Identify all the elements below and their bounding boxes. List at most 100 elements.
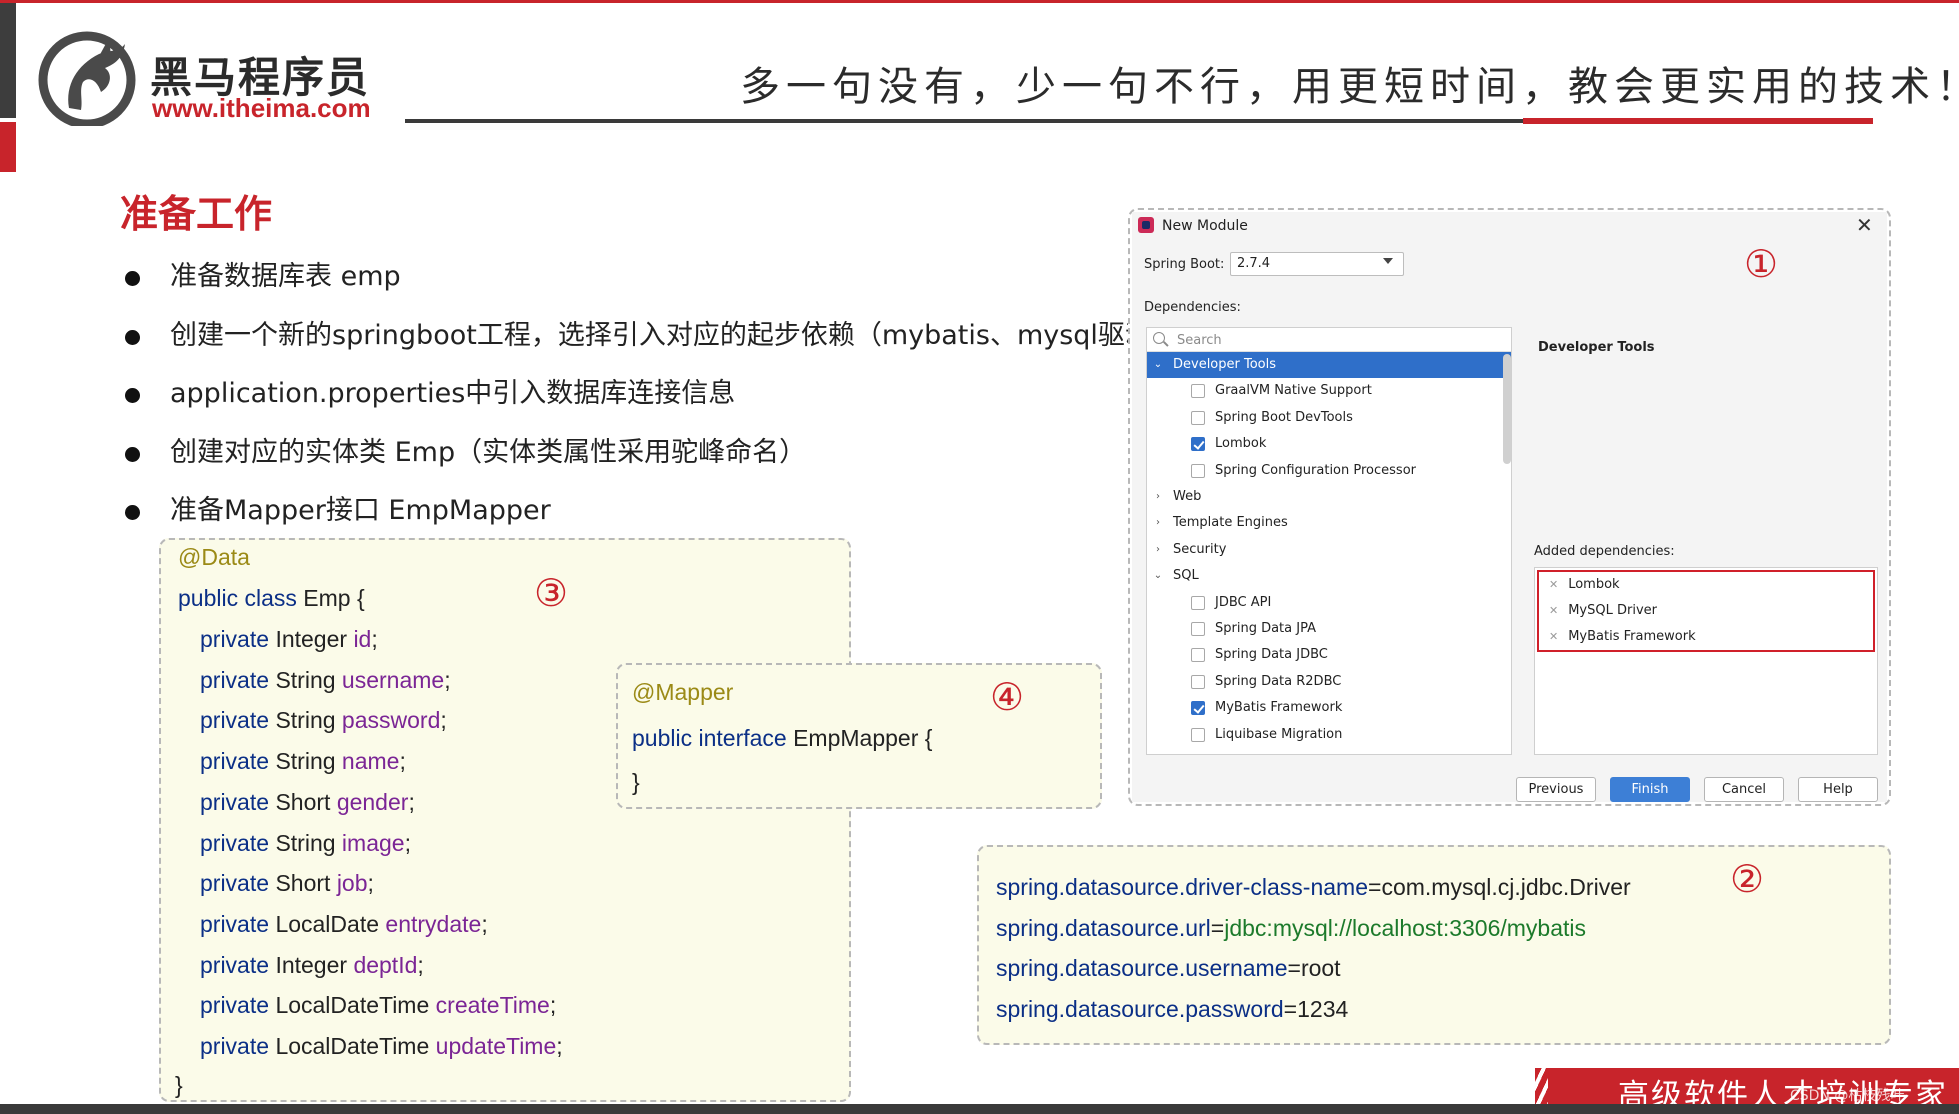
- field-name: updateTime: [435, 1033, 557, 1059]
- dependency-label: Spring Configuration Processor: [1215, 462, 1416, 478]
- class-name: Emp {: [296, 585, 365, 611]
- finish-button[interactable]: Finish: [1610, 777, 1690, 802]
- dependency-option[interactable]: Spring Configuration Processor: [1147, 458, 1511, 484]
- dependency-checkbox[interactable]: [1191, 648, 1205, 663]
- cancel-button[interactable]: Cancel: [1704, 777, 1784, 802]
- watermark: CSDN @枯枝残叶: [1790, 1088, 1905, 1104]
- help-button[interactable]: Help: [1798, 777, 1878, 802]
- added-dependency[interactable]: ✕ Lombok: [1549, 572, 1620, 598]
- semicolon: ;: [367, 870, 374, 897]
- field-declaration: private String username;: [200, 667, 451, 694]
- chevron-down-icon[interactable]: ⌄: [1151, 563, 1165, 589]
- field-declaration: private LocalDateTime updateTime;: [200, 1033, 563, 1060]
- field-type: String: [275, 748, 336, 775]
- category-heading: Developer Tools: [1538, 340, 1655, 355]
- tree-scrollbar[interactable]: [1503, 354, 1511, 464]
- keyword: private: [200, 992, 270, 1019]
- field-name: gender: [336, 788, 409, 815]
- keyword: private: [200, 707, 270, 734]
- tree-category-developer-tools[interactable]: ⌄ Developer Tools: [1147, 352, 1511, 378]
- bullet-item: 创建对应的实体类 Emp（实体类属性采用驼峰命名）: [125, 431, 1135, 490]
- dependency-option[interactable]: Spring Boot DevTools: [1147, 405, 1511, 431]
- chevron-right-icon[interactable]: ›: [1151, 510, 1165, 536]
- field-type: String: [275, 829, 336, 856]
- dependency-checkbox[interactable]: [1191, 384, 1205, 399]
- dependency-option[interactable]: Spring Data JPA: [1147, 616, 1511, 642]
- keyword: private: [200, 870, 270, 897]
- field-type: Short: [275, 870, 331, 897]
- chevron-down-icon: [1383, 258, 1393, 264]
- field-type: Short: [275, 788, 331, 815]
- category-label: Web: [1173, 489, 1202, 504]
- property-value: 1234: [1297, 995, 1349, 1022]
- step-marker-4: ④: [990, 675, 1025, 719]
- dialog-frame: New Module ✕ ① Spring Boot: 2.7.4 Depend…: [1128, 208, 1891, 806]
- field-name: entrydate: [385, 910, 482, 937]
- dependency-checkbox[interactable]: [1191, 674, 1205, 689]
- semicolon: ;: [404, 829, 411, 856]
- remove-icon[interactable]: ✕: [1549, 630, 1558, 643]
- dependency-option[interactable]: Spring Data R2DBC: [1147, 669, 1511, 695]
- chevron-right-icon[interactable]: ›: [1151, 537, 1165, 563]
- chevron-down-icon[interactable]: ⌄: [1151, 352, 1165, 378]
- field-declaration: private String image;: [200, 830, 411, 857]
- added-dependency[interactable]: ✕ MySQL Driver: [1549, 598, 1657, 624]
- category-label: Security: [1173, 541, 1227, 557]
- field-name: createTime: [435, 992, 550, 1019]
- field-declaration: private LocalDateTime createTime;: [200, 992, 556, 1019]
- keyword: private: [200, 666, 270, 693]
- emp-class-code: @Data public class Emp { private Integer…: [159, 538, 851, 1102]
- dependency-option[interactable]: Spring Data JDBC: [1147, 642, 1511, 668]
- property-line: spring.datasource.url=jdbc:mysql://local…: [996, 915, 1586, 942]
- dependency-checkbox[interactable]: [1191, 410, 1205, 425]
- previous-button[interactable]: Previous: [1516, 777, 1596, 802]
- field-type: String: [275, 707, 336, 734]
- dependency-option[interactable]: Liquibase Migration: [1147, 722, 1511, 748]
- property-value: jdbc:mysql://localhost:3306/mybatis: [1224, 914, 1587, 941]
- keyword: private: [200, 748, 270, 775]
- added-dependency[interactable]: ✕ MyBatis Framework: [1549, 624, 1696, 650]
- properties-code: spring.datasource.driver-class-name=com.…: [977, 845, 1891, 1045]
- dependency-option[interactable]: GraalVM Native Support: [1147, 378, 1511, 404]
- bullet-item: 准备Mapper接口 EmpMapper: [125, 489, 1135, 535]
- dependency-checkbox[interactable]: [1191, 463, 1205, 478]
- semicolon: ;: [444, 666, 451, 693]
- field-declaration: private Short job;: [200, 870, 374, 897]
- field-declaration: private String name;: [200, 748, 406, 775]
- tree-category-web[interactable]: › Web: [1147, 484, 1511, 510]
- semicolon: ;: [556, 1033, 563, 1059]
- semicolon: ;: [440, 707, 447, 734]
- dependency-option[interactable]: MyBatis Framework: [1147, 695, 1511, 721]
- dependency-checkbox[interactable]: [1191, 701, 1205, 716]
- tree-category-sql[interactable]: ⌄ SQL: [1147, 563, 1511, 589]
- step-marker-2: ②: [1730, 857, 1765, 901]
- dependency-checkbox[interactable]: [1191, 727, 1205, 742]
- left-accent-bar-red: [0, 122, 16, 172]
- new-module-dialog: New Module ✕ ① Spring Boot: 2.7.4 Depend…: [1132, 212, 1887, 802]
- dependency-label: GraalVM Native Support: [1215, 383, 1372, 399]
- remove-icon[interactable]: ✕: [1549, 604, 1558, 617]
- dependency-checkbox[interactable]: [1191, 622, 1205, 636]
- close-icon[interactable]: ✕: [1856, 213, 1873, 237]
- slogan: 多一句没有，少一句不行，用更短时间，教会更实用的技术！: [740, 64, 1959, 110]
- tree-category-security[interactable]: › Security: [1147, 537, 1511, 563]
- dependency-option[interactable]: Lombok: [1147, 431, 1511, 457]
- keyword: private: [200, 788, 270, 815]
- dependency-label: Spring Data JPA: [1215, 621, 1316, 636]
- spring-boot-version-select[interactable]: 2.7.4: [1230, 252, 1404, 276]
- section-title: 准备工作: [120, 192, 273, 236]
- keyword: private: [200, 951, 270, 978]
- remove-icon[interactable]: ✕: [1549, 578, 1558, 591]
- search-placeholder: Search: [1177, 333, 1222, 348]
- chevron-right-icon[interactable]: ›: [1151, 484, 1165, 510]
- property-line: spring.datasource.username=root: [996, 955, 1341, 982]
- dependency-checkbox[interactable]: [1191, 437, 1205, 452]
- field-name: username: [341, 666, 445, 693]
- dependency-label: Spring Data JDBC: [1215, 647, 1328, 663]
- dependency-option[interactable]: JDBC API: [1147, 590, 1511, 616]
- category-label: Developer Tools: [1173, 357, 1277, 372]
- semicolon: ;: [481, 910, 488, 937]
- tree-category-template-engines[interactable]: › Template Engines: [1147, 510, 1511, 536]
- dependency-checkbox[interactable]: [1191, 595, 1205, 610]
- dependency-search[interactable]: Search: [1147, 328, 1511, 352]
